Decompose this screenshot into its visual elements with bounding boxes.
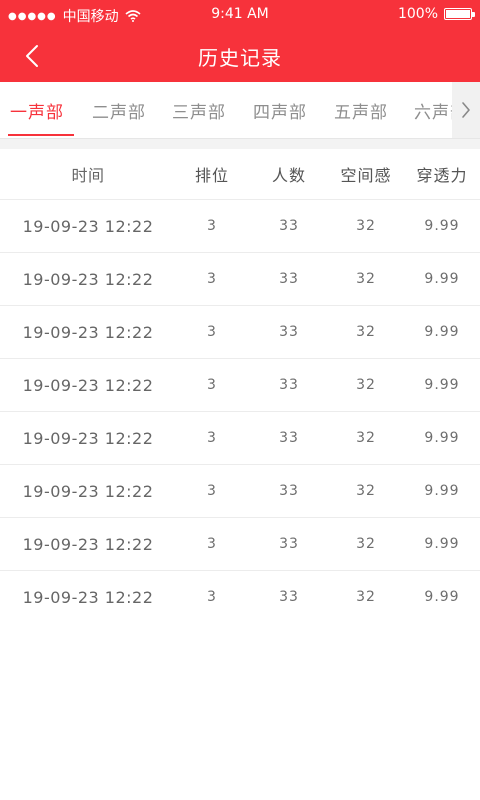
header-penetration: 穿透力 [416,166,468,185]
cell-rank: 3 [207,218,217,234]
header-spatial: 空间感 [340,166,392,185]
cell-spatial: 32 [356,589,376,605]
cell-spatial: 32 [356,536,376,552]
cell-spatial: 32 [356,324,376,340]
cell-time: 19-09-23 12:22 [22,481,154,501]
history-table: 时间 排位 人数 空间感 穿透力 19-09-23 12:22 3 33 32 … [0,149,480,623]
cell-penetration: 9.99 [424,324,460,340]
header-rank: 排位 [194,166,229,185]
table-row[interactable]: 19-09-23 12:22 3 33 32 9.99 [0,200,480,253]
table-row[interactable]: 19-09-23 12:22 3 33 32 9.99 [0,571,480,623]
battery-icon [444,8,475,20]
nav-bar: 历史记录 [0,30,480,82]
cell-count: 33 [279,536,299,552]
cell-count: 33 [279,430,299,446]
cell-count: 33 [279,218,299,234]
table-row[interactable]: 19-09-23 12:22 3 33 32 9.99 [0,253,480,306]
cell-spatial: 32 [356,271,376,287]
cell-time: 19-09-23 12:22 [22,322,154,342]
cell-penetration: 9.99 [424,589,460,605]
page-title: 历史记录 [198,46,282,70]
cell-time: 19-09-23 12:22 [22,375,154,395]
cell-penetration: 9.99 [424,377,460,393]
tab-voice-5[interactable]: 五声部 [334,98,388,123]
table-row[interactable]: 19-09-23 12:22 3 33 32 9.99 [0,518,480,571]
cell-penetration: 9.99 [424,536,460,552]
tab-voice-2[interactable]: 二声部 [92,98,146,123]
cell-penetration: 9.99 [424,483,460,499]
tabs-scroll-right-button[interactable] [452,82,480,138]
header-time: 时间 [71,166,105,185]
cell-time: 19-09-23 12:22 [22,216,154,236]
tab-voice-1[interactable]: 一声部 [10,98,64,123]
cell-time: 19-09-23 12:22 [22,587,154,607]
cell-count: 33 [279,483,299,499]
status-right: 100% [397,6,475,22]
cell-spatial: 32 [356,377,376,393]
cell-count: 33 [279,589,299,605]
voice-part-tabs: 一声部 二声部 三声部 四声部 五声部 六声部 [0,82,480,139]
app-header: ●●●●● 中国移动 9:41 AM 100% 历史记录 [0,0,480,82]
cell-rank: 3 [207,324,217,340]
cell-count: 33 [279,324,299,340]
tab-voice-4[interactable]: 四声部 [253,98,307,123]
cell-penetration: 9.99 [424,430,460,446]
cell-rank: 3 [207,271,217,287]
table-row[interactable]: 19-09-23 12:22 3 33 32 9.99 [0,465,480,518]
table-row[interactable]: 19-09-23 12:22 3 33 32 9.99 [0,359,480,412]
cell-rank: 3 [207,430,217,446]
cell-spatial: 32 [356,430,376,446]
cell-time: 19-09-23 12:22 [22,534,154,554]
cell-penetration: 9.99 [424,218,460,234]
active-tab-indicator [8,134,74,136]
battery-percent: 100% [397,6,438,22]
status-bar: ●●●●● 中国移动 9:41 AM 100% [0,0,480,30]
cell-time: 19-09-23 12:22 [22,269,154,289]
cell-spatial: 32 [356,483,376,499]
table-row[interactable]: 19-09-23 12:22 3 33 32 9.99 [0,306,480,359]
cell-count: 33 [279,271,299,287]
cell-rank: 3 [207,483,217,499]
cell-rank: 3 [207,536,217,552]
table-row[interactable]: 19-09-23 12:22 3 33 32 9.99 [0,412,480,465]
cell-rank: 3 [207,377,217,393]
cell-penetration: 9.99 [424,271,460,287]
header-count: 人数 [271,166,306,185]
cell-spatial: 32 [356,218,376,234]
cell-rank: 3 [207,589,217,605]
cell-count: 33 [279,377,299,393]
table-header-row: 时间 排位 人数 空间感 穿透力 [0,149,480,200]
chevron-right-icon [462,102,470,118]
tab-voice-3[interactable]: 三声部 [172,98,226,123]
cell-time: 19-09-23 12:22 [22,428,154,448]
section-divider [0,139,480,149]
